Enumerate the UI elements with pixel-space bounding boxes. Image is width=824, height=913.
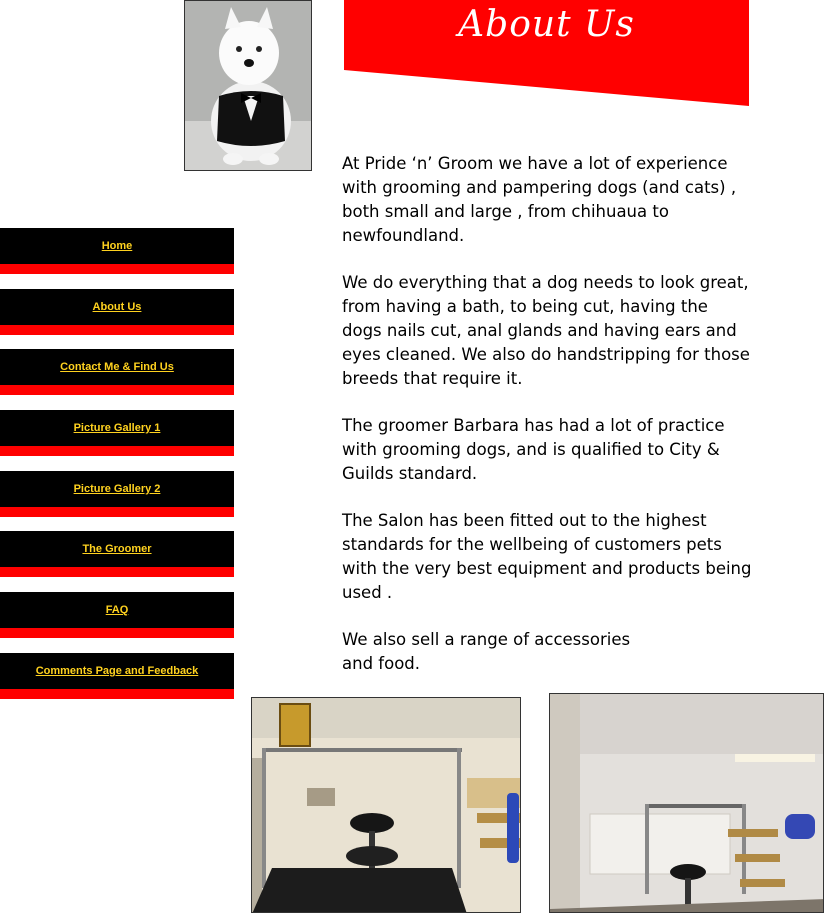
nav-the-groomer[interactable]: The Groomer — [0, 531, 234, 578]
nav-contact[interactable]: Contact Me & Find Us — [0, 349, 234, 396]
salon-photo-1 — [251, 697, 521, 913]
page-title: About Us — [458, 4, 635, 45]
nav-home[interactable]: Home — [0, 228, 234, 274]
nav-comments-feedback[interactable]: Comments Page and Feedback — [0, 652, 234, 699]
nav-about-us[interactable]: About Us — [0, 288, 234, 335]
sidebar-nav: Home About Us Contact Me & Find Us Pictu… — [0, 228, 234, 714]
nav-faq[interactable]: FAQ — [0, 592, 234, 639]
tagline: “I treat your dog like it’s my own” — [330, 98, 555, 113]
nav-picture-gallery-2[interactable]: Picture Gallery 2 — [0, 470, 234, 517]
paragraph-groomer: The groomer Barbara has had a lot of pra… — [342, 416, 725, 483]
paragraph-services: We do everything that a dog needs to loo… — [342, 273, 750, 388]
dog-in-tuxedo-photo — [184, 0, 312, 171]
nav-picture-gallery-1[interactable]: Picture Gallery 1 — [0, 410, 234, 457]
paragraph-salon: The Salon has been fitted out to the hig… — [342, 511, 752, 602]
paragraph-experience: At Pride ‘n’ Groom we have a lot of expe… — [342, 154, 737, 245]
paragraph-accessories: We also sell a range of accessories and … — [342, 630, 631, 673]
salon-photo-2 — [549, 693, 824, 913]
about-content: At Pride ‘n’ Groom we have a lot of expe… — [342, 152, 752, 699]
